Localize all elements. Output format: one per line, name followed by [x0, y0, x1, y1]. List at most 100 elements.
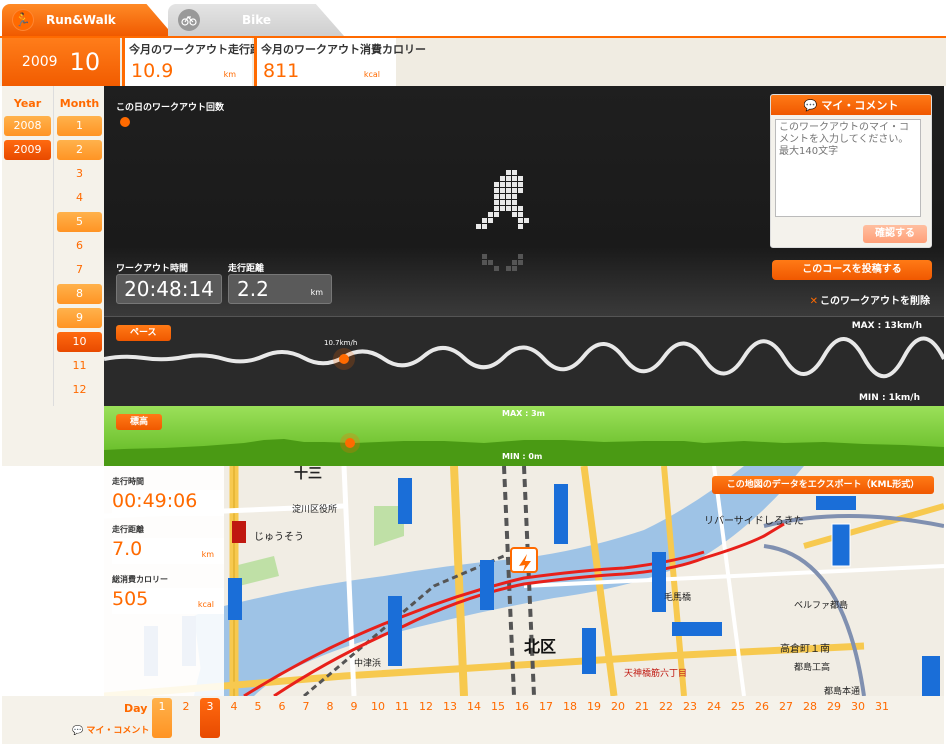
tab-run-walk[interactable]: 🏃 Run&Walk: [2, 4, 174, 36]
my-comment-legend-label: マイ・コメント: [86, 726, 150, 736]
tab-bike-label: Bike: [242, 13, 272, 27]
day-item: 4: [230, 700, 238, 713]
map-label-jusou: 十三: [294, 466, 322, 482]
month-item: 3: [76, 167, 83, 180]
tab-bar: 🏃 Run&Walk Bike: [0, 0, 946, 36]
workout-count-marker[interactable]: [120, 117, 130, 127]
route-distance-value: 7.0: [112, 538, 143, 560]
day-item: 13: [443, 700, 457, 713]
map-label-takakuracho: 高倉町１南: [780, 642, 830, 655]
day-item: 15: [491, 700, 505, 713]
map-sign: [672, 622, 722, 636]
my-comment-input[interactable]: [775, 119, 921, 217]
confirm-comment-button[interactable]: 確認する: [863, 225, 927, 243]
map-label-juso-hiragana: じゅうそう: [254, 531, 304, 543]
workout-distance-unit: km: [310, 288, 323, 297]
map-label-miyakojima-koko: 都島工高: [794, 661, 830, 673]
close-icon: ✕: [809, 296, 818, 307]
month-item[interactable]: 5: [57, 212, 102, 232]
day-item: 8: [326, 700, 334, 713]
export-kml-button[interactable]: この地図のデータをエクスポート（KML形式）: [712, 476, 934, 494]
day-item: 5: [254, 700, 262, 713]
monthly-distance-value: 10.9: [131, 60, 174, 82]
current-year: 2009: [21, 54, 58, 70]
workout-distance-value: 2.2: [237, 277, 269, 301]
map-sign: [816, 496, 856, 510]
road-major: [803, 503, 944, 549]
workout-time-label: ワークアウト時間: [116, 264, 189, 274]
bicycle-icon: [178, 9, 200, 31]
map-canvas[interactable]: 十三 淀川区役所 じゅうそう 北区 リバーサイドしろきた 高倉町１南 都島本通 …: [104, 466, 944, 696]
day-label: Day: [124, 702, 148, 715]
year-header: Year: [13, 97, 42, 110]
post-course-button[interactable]: このコースを投稿する: [772, 260, 932, 280]
day-item[interactable]: 3: [200, 698, 220, 738]
my-comment-panel: 💬 マイ・コメント 確認する: [770, 94, 932, 248]
map-sign: [554, 484, 568, 544]
current-month-display: 2009 10: [2, 38, 120, 86]
day-item: 25: [731, 700, 745, 713]
day-selector: Day 💬 マイ・コメント 1 2 3 4 5 6 7 8 9 10 11 12 13 14 15 16 17 1…: [2, 696, 944, 744]
workout-count-label: この日のワークアウト回数: [116, 103, 225, 113]
map-sign: [831, 523, 851, 567]
month-item[interactable]: 8: [57, 284, 102, 304]
pace-graph-panel: ペース MAX : 13km/h 10.7km/h MIN : 1km/h: [104, 316, 944, 406]
highway: [763, 544, 866, 696]
workout-panel: この日のワークアウト回数 ワークアウト時間 20:48:14 走行距離 2.2 …: [104, 86, 944, 316]
station-marker: [232, 521, 246, 543]
pixel-runner-icon: [476, 170, 529, 271]
map-label-yodogawa-office: 淀川区役所: [292, 503, 337, 515]
month-item[interactable]: 10: [57, 332, 102, 352]
tab-bike[interactable]: Bike: [168, 4, 344, 36]
map-sign: [398, 478, 412, 524]
speech-bubble-icon: 💬: [803, 98, 818, 112]
route-map[interactable]: 十三 淀川区役所 じゅうそう 北区 リバーサイドしろきた 高倉町１南 都島本通 …: [104, 466, 944, 696]
route-calorie-unit: kcal: [197, 600, 214, 609]
monthly-distance-label: 今月のワークアウト走行距離: [129, 43, 272, 56]
month-item: 4: [76, 191, 83, 204]
year-item[interactable]: 2009: [4, 140, 51, 160]
pace-graph: [104, 336, 944, 379]
month-item[interactable]: 2: [57, 140, 102, 160]
map-label-riverside: リバーサイドしろきた: [704, 515, 804, 527]
day-item: 29: [827, 700, 841, 713]
route-calorie-value: 505: [112, 588, 149, 610]
day-item: 7: [302, 700, 310, 713]
pace-cursor[interactable]: [339, 354, 349, 364]
month-item: 11: [72, 359, 87, 372]
year-column: Year 2008 2009: [2, 86, 54, 406]
year-month-navigation: Year 2008 2009 Month 1 2 3 4 5 6 7 8 9 10 11 12: [2, 86, 104, 406]
day-item: 14: [467, 700, 481, 713]
day-item: 17: [539, 700, 553, 713]
monthly-distance-unit: km: [223, 70, 236, 79]
river: [194, 466, 804, 696]
monthly-calorie-stat: 今月のワークアウト消費カロリー 811 kcal: [254, 38, 426, 86]
month-column: Month 1 2 3 4 5 6 7 8 9 10 11 12: [55, 86, 104, 406]
month-item[interactable]: 1: [57, 116, 102, 136]
workout-time-value: 20:48:14: [116, 274, 222, 304]
route-calorie-box: 505 kcal: [112, 588, 224, 614]
map-sign: [228, 578, 242, 620]
runner-icon: 🏃: [12, 9, 34, 31]
my-comment-header: 💬 マイ・コメント: [771, 95, 931, 115]
month-item[interactable]: 9: [57, 308, 102, 328]
year-item[interactable]: 2008: [4, 116, 51, 136]
day-item: 31: [875, 700, 889, 713]
month-summary-header: 2009 10 今月のワークアウト走行距離 10.9 km 今月のワークアウト消…: [0, 36, 946, 86]
delete-workout-link[interactable]: ✕ このワークアウトを削除: [810, 292, 930, 307]
elevation-cursor[interactable]: [345, 438, 355, 448]
map-label-kemahashi: 毛馬橋: [664, 591, 691, 603]
day-item: 24: [707, 700, 721, 713]
day-item: 18: [563, 700, 577, 713]
current-month: 10: [69, 48, 101, 76]
day-item: 21: [635, 700, 649, 713]
day-item: 9: [350, 700, 358, 713]
elevation-label: 標高: [116, 414, 163, 430]
day-item[interactable]: 1: [152, 698, 172, 738]
day-item: 6: [278, 700, 286, 713]
monthly-calorie-unit: kcal: [363, 70, 380, 79]
month-header: Month: [59, 97, 100, 110]
day-item: 23: [683, 700, 697, 713]
elevation-min: MIN : 0m: [502, 452, 543, 461]
map-sign: [388, 596, 402, 666]
